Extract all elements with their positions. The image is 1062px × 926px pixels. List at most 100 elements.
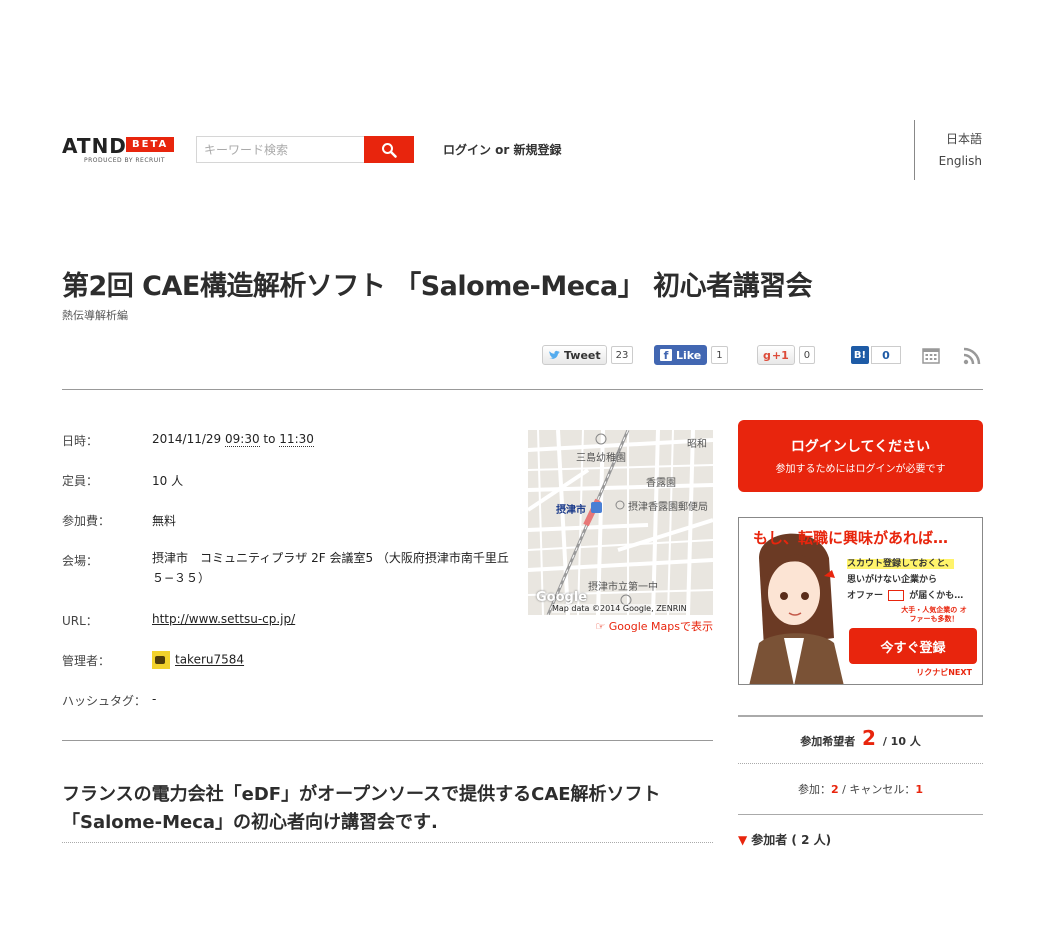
login-prompt-title: ログインしてください [790, 439, 931, 455]
admin-label: 管理者： [62, 654, 111, 668]
fee-label: 参加費： [62, 514, 111, 528]
ad-line1: スカウト登録しておくと、 [847, 556, 955, 569]
map-attribution: Map data ©2014 Google, ZENRIN [552, 604, 687, 613]
ad-register-button[interactable]: 今すぐ登録 [849, 628, 977, 664]
cancel-count: 1 [915, 783, 923, 796]
date-day: 2014/11/29 [152, 432, 222, 446]
gplus-icon: g [763, 348, 771, 362]
triangle-down-icon: ▼ [738, 833, 748, 847]
gplus-label: +1 [771, 348, 789, 362]
cancel-label: / キャンセル： [842, 783, 916, 796]
facebook-like-button[interactable]: f Like [654, 345, 708, 365]
twitter-bird-icon [549, 350, 560, 359]
join-count: 2 [830, 783, 839, 796]
applicants-count: 2 [862, 726, 876, 750]
map-label-station: 摂津市 [556, 505, 586, 516]
beta-badge: BETA [126, 137, 175, 152]
search-form [196, 136, 414, 163]
search-input[interactable] [197, 137, 364, 162]
map-label-post: 摂津香露園郵便局 [628, 502, 708, 513]
admin-link[interactable]: takeru7584 [175, 653, 244, 667]
join-cancel-summary: 参加：2 / キャンセル：1 [738, 781, 983, 797]
like-count: 1 [711, 346, 728, 364]
admin-value: takeru7584 [152, 651, 244, 669]
ad-line1-text: スカウト登録しておくと、 [847, 559, 955, 569]
event-description: フランスの電力会社「eDF」がオープンソースで提供するCAE解析ソフト 「Sal… [62, 781, 661, 837]
login-signup-link[interactable]: ログイン or 新規登録 [443, 141, 562, 158]
participants-rule [738, 814, 983, 815]
rikunabi-logo: リクナビNEXT [916, 668, 972, 677]
map-label-koroen: 香露園 [646, 478, 676, 489]
date-start: 09:30 [225, 432, 260, 447]
date-label: 日時： [62, 434, 99, 448]
google-maps-link[interactable]: ☞ Google Mapsで表示 [595, 618, 713, 634]
hatena-share: B! 0 [851, 344, 901, 366]
venue-value: 摂津市 コミュニティプラザ 2F 会議室5 （大阪府摂津市南千里丘５−３５） [152, 551, 509, 585]
event-subtitle: 熱伝導解析編 [62, 309, 128, 322]
participants-label: 参加者 ( 2 人) [751, 833, 832, 847]
search-icon [382, 142, 397, 158]
venue-label: 会場： [62, 554, 99, 568]
details-rule [62, 740, 713, 741]
stats-divider [738, 763, 983, 764]
gplus-share: g +1 0 [757, 344, 816, 366]
gplus-button[interactable]: g +1 [757, 345, 795, 365]
ad-line3b-text: が届くかも… [909, 591, 964, 601]
venue-map[interactable]: 三島幼稚園 昭和 香露園 摂津市 摂津香露園郵便局 摂津市立第一中 Google… [528, 430, 713, 615]
map-label-showa: 昭和 [687, 439, 707, 450]
tweet-count: 23 [610, 346, 634, 364]
tweet-label: Tweet [564, 348, 601, 362]
fee-value: 無料 [152, 514, 177, 528]
map-label-school: 摂津市立第一中 [588, 582, 658, 593]
search-button[interactable] [364, 136, 414, 163]
facebook-share: f Like 1 [654, 344, 728, 366]
hatena-bookmark-button[interactable]: B! [851, 346, 869, 364]
ad-title: もし、転職に興味があれば… [753, 529, 949, 547]
hatena-count: 0 [871, 346, 901, 364]
participants-toggle[interactable]: ▼ 参加者 ( 2 人) [738, 831, 831, 848]
date-to: to [263, 432, 276, 446]
description-divider [62, 842, 713, 843]
description-line2: 「Salome-Meca」の初心者向け講習会です. [62, 812, 438, 833]
capacity-value: 10 人 [152, 474, 184, 488]
login-prompt-subtitle: 参加するためにはログインが必要です [775, 464, 946, 475]
applicants-capacity: / 10 人 [882, 735, 921, 748]
lang-japanese-link[interactable]: 日本語 [946, 130, 982, 147]
join-label: 参加： [797, 783, 831, 796]
atnd-logo[interactable]: ATND BETA PRODUCED BY RECRUIT [62, 134, 178, 168]
url-label: URL： [62, 614, 98, 628]
ad-line3-text: オファー [847, 591, 884, 601]
date-end: 11:30 [279, 432, 314, 447]
applicants-summary: 参加希望者 2 / 10 人 [738, 726, 983, 750]
event-url-link[interactable]: http://www.settsu-cp.jp/ [152, 612, 295, 626]
avatar[interactable] [152, 651, 170, 669]
rikunabi-ad-banner[interactable]: もし、転職に興味があれば… スカウト登録しておくと、 思いがけない企業から オフ… [738, 517, 983, 685]
ad-line3: オファー が届くかも… [847, 588, 963, 601]
gplus-count: 0 [798, 346, 816, 364]
rss-icon[interactable] [963, 347, 981, 369]
hashtag-label: ハッシュタグ： [62, 694, 147, 708]
like-label: Like [676, 348, 702, 362]
map-label-kindergarten: 三島幼稚園 [576, 453, 626, 464]
header-rule [62, 389, 983, 390]
lang-english-link[interactable]: English [939, 154, 982, 168]
date-value: 2014/11/29 09:30 to 11:30 [152, 432, 314, 447]
calendar-icon[interactable] [922, 346, 940, 368]
sidebar-rule [738, 715, 983, 717]
description-line1: フランスの電力会社「eDF」がオープンソースで提供するCAE解析ソフト [62, 784, 661, 805]
tweet-button[interactable]: Tweet [542, 345, 607, 365]
login-prompt-button[interactable]: ログインしてください 参加するためにはログインが必要です [738, 420, 983, 492]
logo-wordmark: ATND [62, 134, 127, 158]
tweet-share: Tweet 23 [542, 344, 634, 366]
google-logo: Google [536, 590, 588, 605]
ad-bubble: 大手・人気企業の オファーも多数！ [901, 606, 967, 623]
hashtag-value: - [152, 692, 157, 706]
header-divider [914, 120, 915, 180]
capacity-label: 定員： [62, 474, 99, 488]
envelope-icon [888, 590, 905, 601]
ad-line2: 思いがけない企業から [847, 575, 938, 585]
page-title: 第2回 CAE構造解析ソフト 「Salome-Meca」 初心者講習会 [62, 271, 813, 302]
applicants-label: 参加希望者 [800, 735, 856, 748]
url-value: http://www.settsu-cp.jp/ [152, 612, 295, 626]
logo-producer: PRODUCED BY RECRUIT [84, 157, 166, 164]
